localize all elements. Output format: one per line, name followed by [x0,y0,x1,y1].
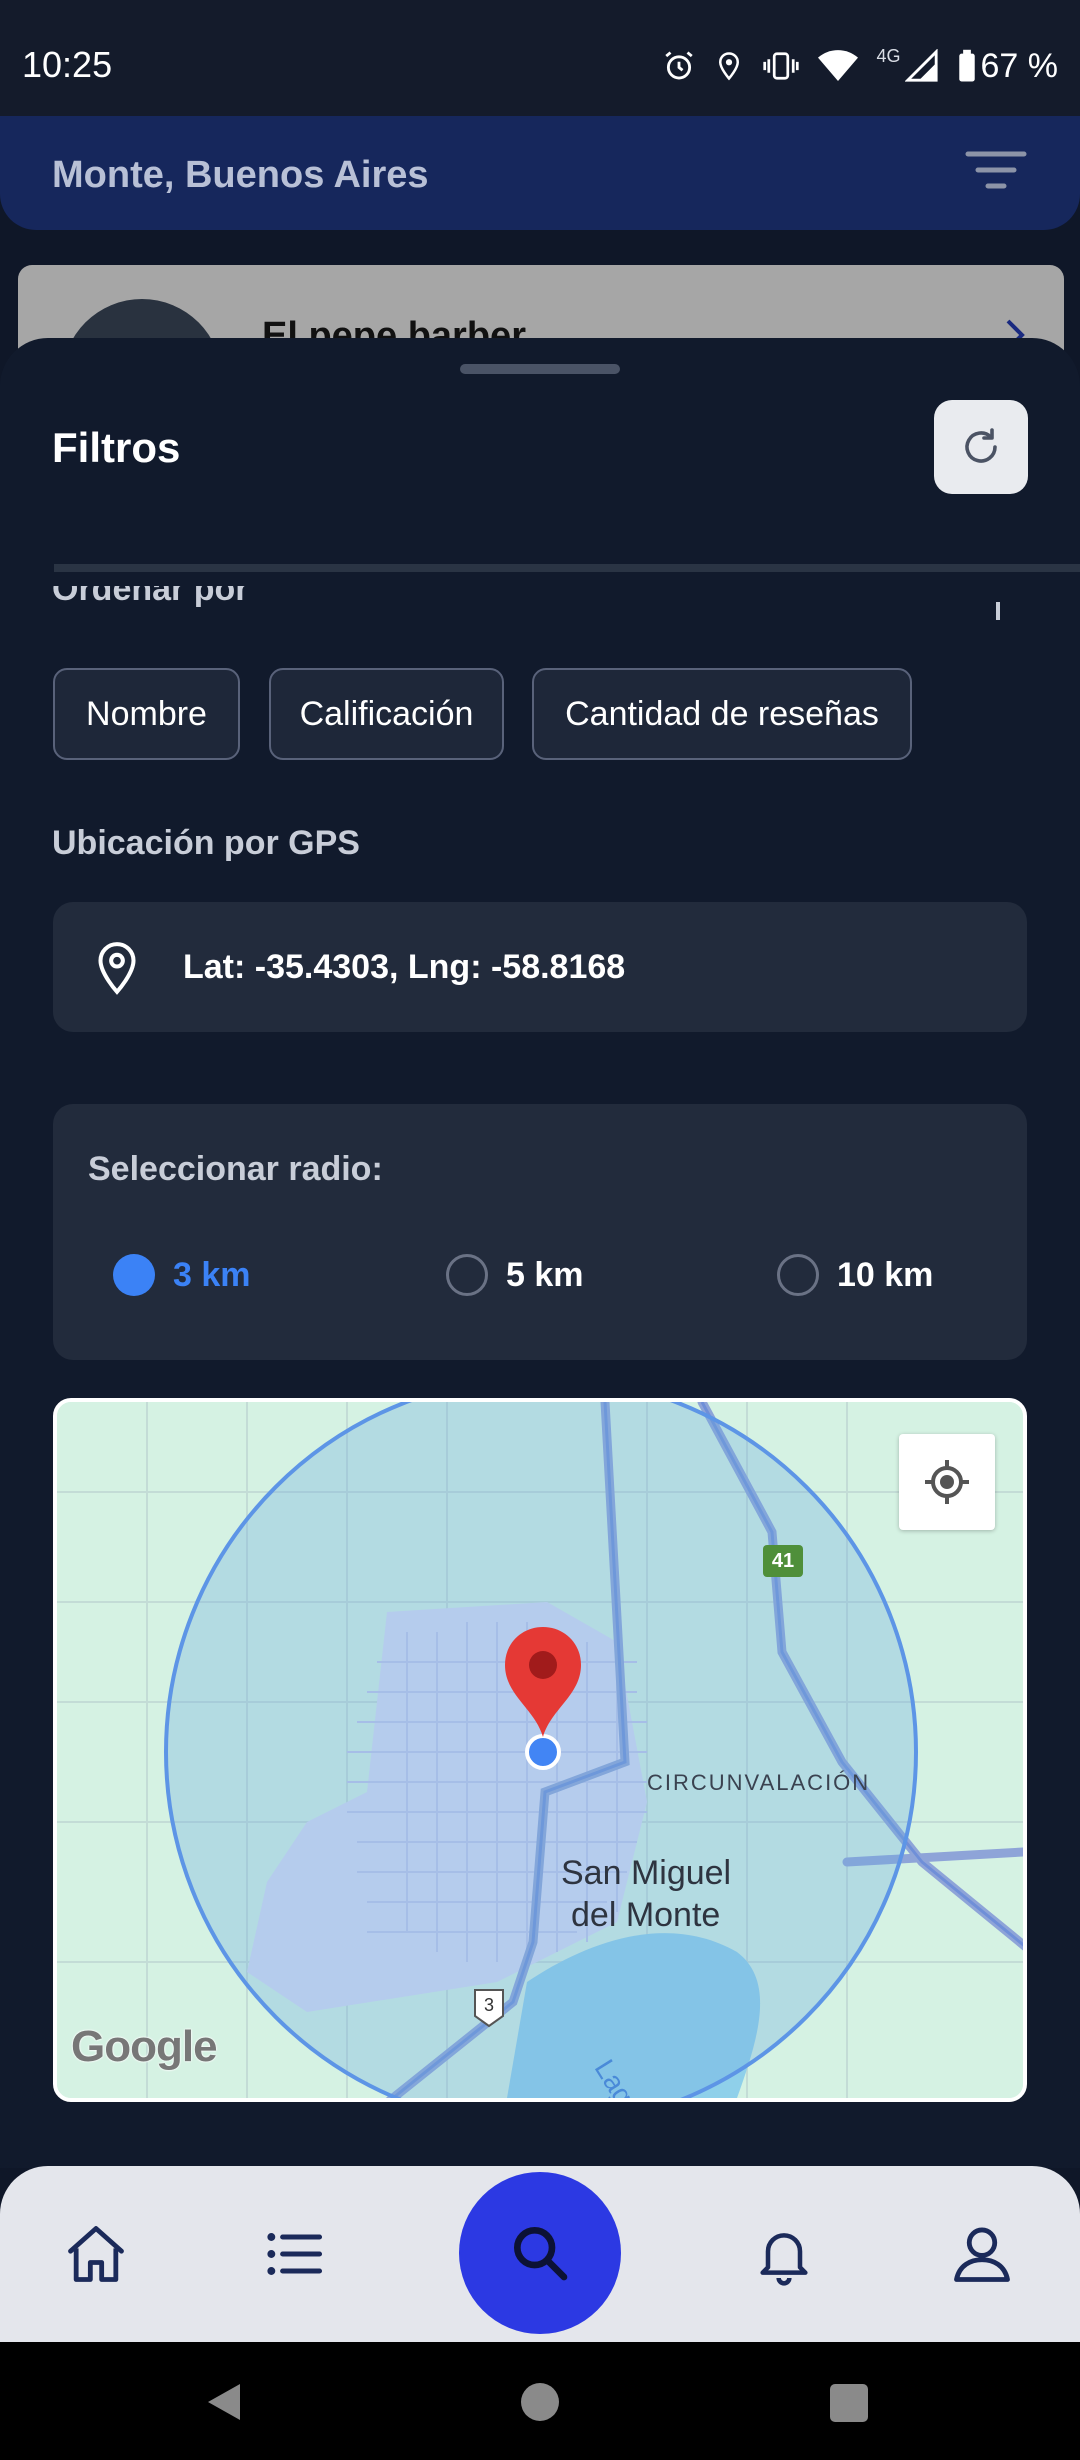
radius-option-label: 3 km [173,1255,251,1294]
refresh-icon [965,428,997,463]
status-time: 10:25 [22,44,113,85]
back-icon[interactable] [206,2382,244,2422]
radius-option-3km[interactable]: 3 km [113,1250,251,1300]
recent-apps-button[interactable] [830,2384,868,2422]
radius-title: Seleccionar radio: [88,1150,383,1188]
gps-coordinates: Lat: -35.4303, Lng: -58.8168 [183,948,626,986]
route-41-label: 41 [763,1545,803,1577]
home-button[interactable] [521,2383,559,2421]
radius-option-10km[interactable]: 10 km [777,1250,933,1300]
map-view[interactable]: 3 CIRCUNVALACIÓN San Miguel del Monte 41… [53,1398,1027,2102]
signal-icon [904,49,938,82]
map-city-label-line1: San Miguel [561,1854,732,1892]
radius-option-5km[interactable]: 5 km [446,1250,584,1300]
google-logo: Google [71,2022,218,2071]
sort-chip-resenas[interactable]: Cantidad de reseñas [532,668,912,760]
sort-chip-calificacion[interactable]: Calificación [269,668,504,760]
vibrate-icon [763,52,800,80]
list-icon[interactable] [260,2220,328,2288]
sort-label: Ordenar por [52,586,249,608]
location-title: Monte, Buenos Aires [52,154,429,196]
system-navigation-bar [0,2342,1080,2460]
drag-handle[interactable] [460,364,620,374]
user-icon[interactable] [948,2220,1016,2288]
bottom-navigation [0,2166,1080,2342]
sheet-title: Filtros [52,424,181,471]
home-icon[interactable] [60,2220,132,2288]
gps-location-field[interactable]: Lat: -35.4303, Lng: -58.8168 [53,902,1027,1032]
route-3-label: 3 [484,1995,494,2015]
app-header: Monte, Buenos Aires [0,116,1080,230]
radio-unselected-icon [446,1254,488,1296]
filters-sheet: Filtros Ordenar por Nombre Calificación … [0,338,1080,2168]
my-location-button[interactable] [899,1434,995,1530]
bell-icon[interactable] [752,2220,816,2288]
reset-button[interactable] [934,400,1028,494]
map-road-label: CIRCUNVALACIÓN [647,1770,871,1795]
alarm-icon [665,51,694,80]
battery-icon [958,49,975,82]
map-city-label-line2: del Monte [571,1896,721,1934]
radius-selector: Seleccionar radio: 3 km 5 km 10 km [53,1104,1027,1360]
crosshair-icon [925,1460,969,1504]
sort-chip-nombre[interactable]: Nombre [53,668,240,760]
battery-level: 67 % [980,46,1059,85]
sort-toggle [996,602,1000,620]
radius-option-label: 10 km [837,1255,934,1294]
status-icons: 4G 67 % [662,42,1058,90]
search-icon [514,2227,568,2281]
location-pin-icon [98,942,136,995]
network-type: 4G [876,45,901,66]
location-icon [719,52,740,81]
filter-lines-icon[interactable] [964,150,1028,190]
gps-section-label: Ubicación por GPS [52,824,360,862]
scroll-indicator [54,564,1080,572]
map-canvas: 3 [57,1402,1023,2098]
status-bar: 10:25 4G 67 % [0,0,1080,116]
wifi-icon [818,50,859,81]
radio-unselected-icon [777,1254,819,1296]
search-button[interactable] [459,2172,621,2334]
radius-option-label: 5 km [506,1255,584,1294]
radio-selected-icon [113,1254,155,1296]
